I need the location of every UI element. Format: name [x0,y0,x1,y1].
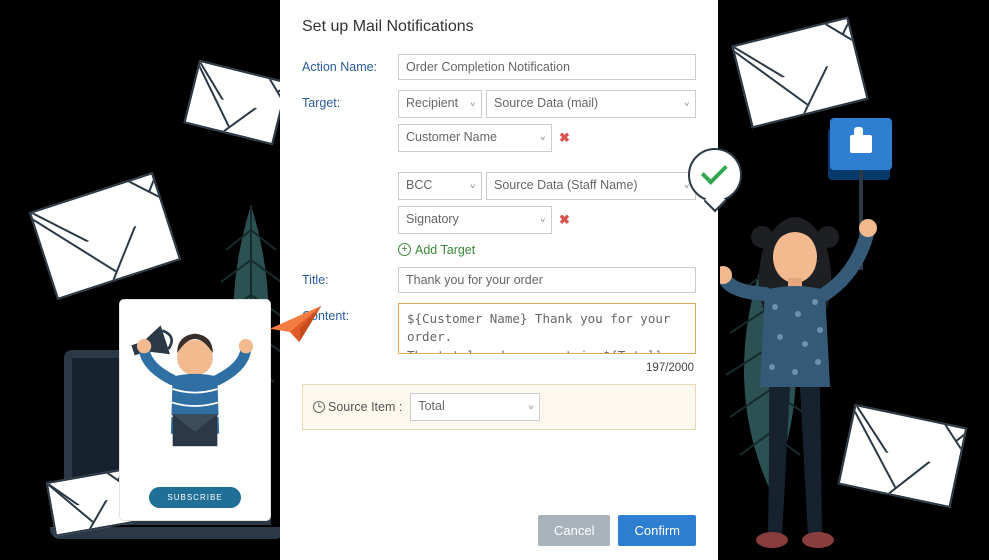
dialog-title: Set up Mail Notifications [302,18,696,36]
confirm-button[interactable]: Confirm [618,515,696,546]
target2-type-select[interactable]: BCC [398,172,482,200]
subscribe-button[interactable]: SUBSCRIBE [149,487,240,508]
envelope-icon [29,172,181,300]
char-count: 197/2000 [398,362,696,374]
envelope-icon [184,60,289,145]
person-holding-sign-illustration [720,202,890,552]
target2-source-select[interactable]: Source Data (Staff Name) [486,172,696,200]
target2-field-select[interactable]: Signatory [398,206,552,234]
label-action-name: Action Name: [302,54,398,74]
source-item-box: Source Item : Total [302,384,696,430]
title-input[interactable] [398,267,696,293]
thumbs-up-sign [830,118,892,170]
checkmark-icon [701,158,728,185]
thumbs-up-icon [850,135,872,153]
label-source-item: Source Item : [328,400,402,414]
label-title: Title: [302,267,398,287]
action-name-input[interactable] [398,54,696,80]
mail-notification-dialog: Set up Mail Notifications Action Name: T… [280,0,718,560]
remove-target1-icon[interactable]: ✖ [556,130,573,146]
person-megaphone-illustration [128,308,262,479]
envelope-icon [732,17,869,129]
add-target-button[interactable]: + Add Target [398,243,475,257]
content-textarea[interactable] [398,303,696,355]
remove-target2-icon[interactable]: ✖ [556,212,573,228]
paper-plane-icon [265,301,328,352]
subscribe-card: SUBSCRIBE [120,300,270,520]
clock-icon [313,401,325,413]
label-target: Target: [302,90,398,110]
source-item-select[interactable]: Total [410,393,540,421]
target1-field-select[interactable]: Customer Name [398,124,552,152]
success-check-bubble [688,148,742,202]
target1-source-select[interactable]: Source Data (mail) [486,90,696,118]
plus-circle-icon: + [398,243,411,256]
cancel-button[interactable]: Cancel [538,515,610,546]
add-target-label: Add Target [415,243,475,257]
target1-type-select[interactable]: Recipient [398,90,482,118]
